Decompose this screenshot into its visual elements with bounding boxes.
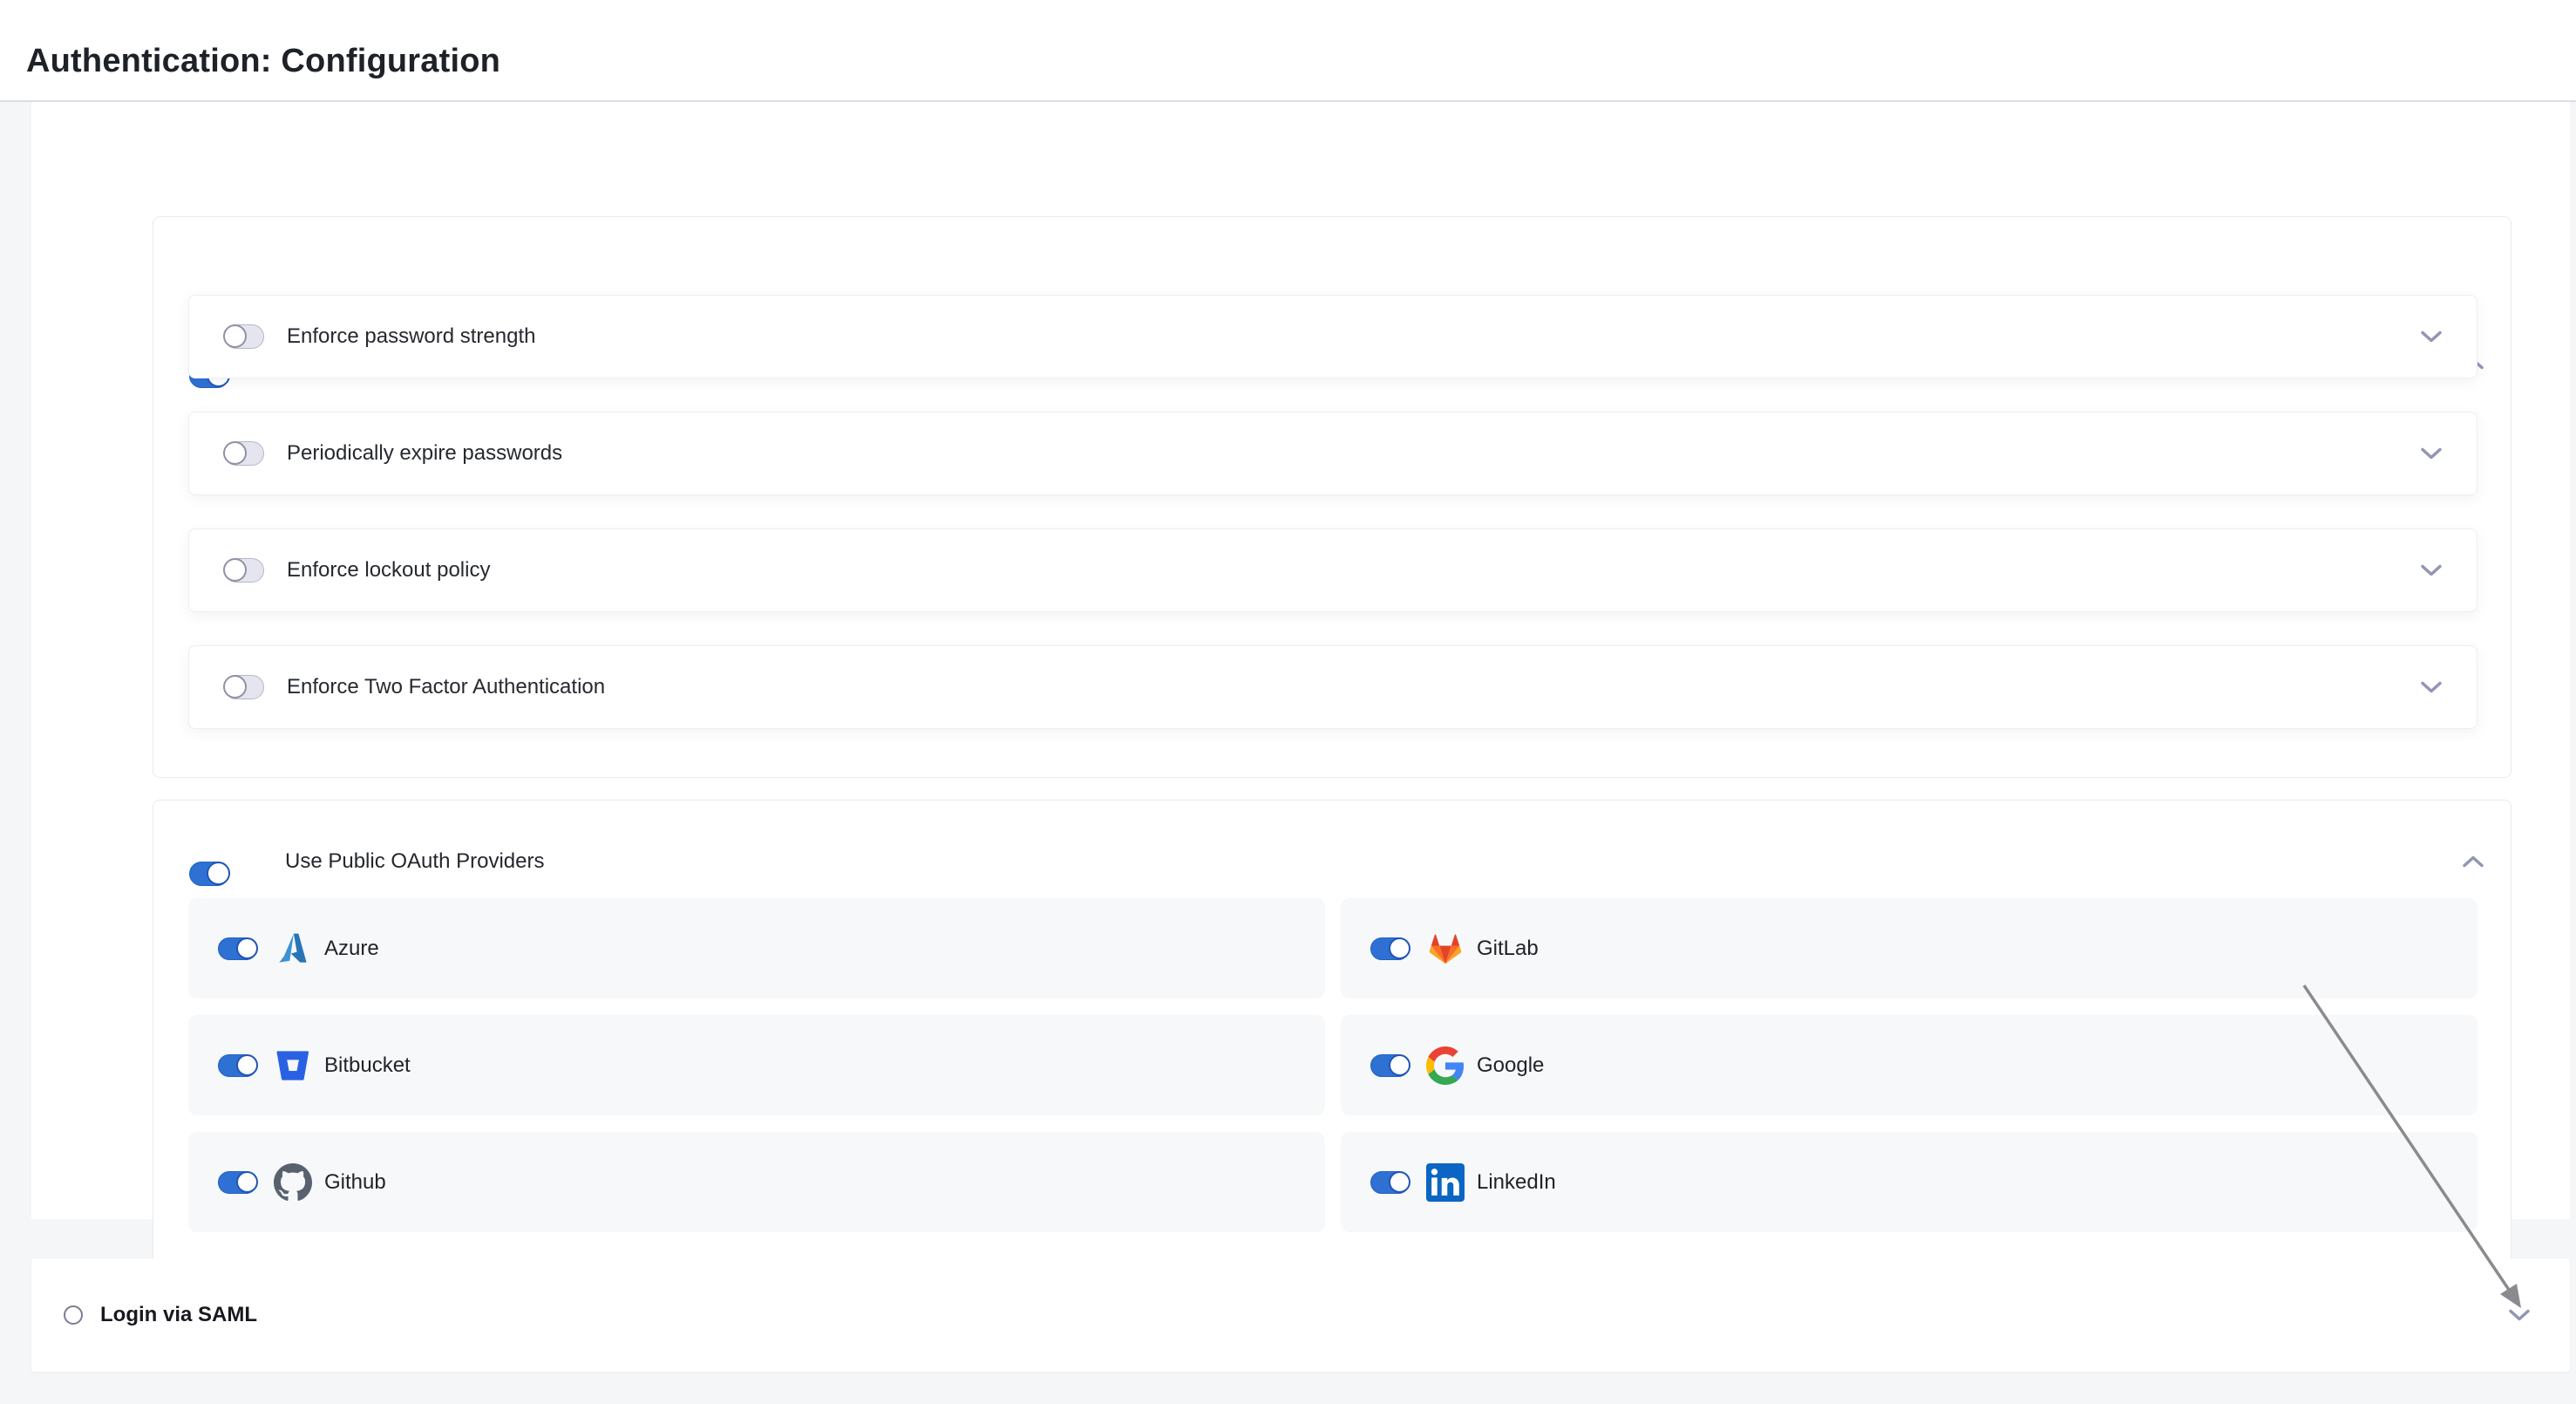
page-title: Authentication: Configuration: [26, 43, 500, 80]
gitlab-toggle[interactable]: [1370, 937, 1410, 960]
toggle-knob: [223, 675, 247, 699]
saml-section: Login via SAML: [31, 1258, 2570, 1372]
chevron-down-icon[interactable]: [2421, 447, 2442, 460]
provider-name: Azure: [324, 937, 379, 961]
chevron-up-icon[interactable]: [2463, 855, 2484, 869]
toggle-knob: [1389, 1054, 1410, 1076]
password-strength-toggle[interactable]: [224, 324, 264, 349]
google-icon: [1426, 1046, 1465, 1085]
toggle-knob: [223, 324, 247, 348]
setting-row-expire-passwords: Periodically expire passwords: [188, 412, 2477, 495]
azure-toggle[interactable]: [218, 937, 257, 960]
provider-row-bitbucket: Bitbucket: [188, 1015, 1325, 1115]
username-password-section: Use Harness username and password Enforc…: [153, 216, 2511, 778]
provider-name: Bitbucket: [324, 1053, 411, 1078]
toggle-knob: [1389, 937, 1410, 959]
chevron-down-icon[interactable]: [2421, 331, 2442, 344]
oauth-toggle[interactable]: [189, 862, 229, 886]
oauth-label: Use Public OAuth Providers: [285, 849, 544, 874]
toggle-knob: [207, 862, 230, 885]
provider-row-azure: Azure: [188, 898, 1325, 998]
two-factor-toggle[interactable]: [224, 675, 264, 699]
github-icon: [274, 1163, 312, 1202]
toggle-knob: [236, 1054, 258, 1076]
auth-settings-panel: Use Harness username and password Enforc…: [31, 102, 2570, 1219]
github-toggle[interactable]: [218, 1171, 257, 1194]
linkedin-toggle[interactable]: [1370, 1171, 1410, 1194]
toggle-knob: [223, 441, 247, 465]
setting-row-label: Enforce Two Factor Authentication: [287, 675, 605, 699]
bitbucket-toggle[interactable]: [218, 1054, 257, 1077]
gitlab-icon: [1426, 930, 1465, 968]
provider-row-gitlab: GitLab: [1341, 898, 2477, 998]
setting-row-label: Enforce password strength: [287, 324, 535, 349]
lockout-policy-toggle[interactable]: [224, 558, 264, 583]
toggle-knob: [236, 1171, 258, 1193]
toggle-knob: [236, 937, 258, 959]
oauth-header: Use Public OAuth Providers: [153, 837, 2511, 886]
provider-name: Github: [324, 1170, 386, 1195]
oauth-provider-grid: Azure Bitbucket Github: [188, 898, 2477, 1232]
page-header: Authentication: Configuration: [0, 0, 2576, 102]
chevron-down-icon[interactable]: [2421, 681, 2442, 694]
toggle-knob: [1389, 1171, 1410, 1193]
google-toggle[interactable]: [1370, 1054, 1410, 1077]
setting-row-label: Enforce lockout policy: [287, 558, 490, 583]
chevron-down-icon[interactable]: [2421, 564, 2442, 577]
toggle-knob: [223, 558, 247, 582]
password-settings-list: Enforce password strength Periodically e…: [188, 295, 2477, 729]
saml-label: Login via SAML: [100, 1303, 257, 1327]
setting-row-lockout-policy: Enforce lockout policy: [188, 528, 2477, 612]
provider-row-github: Github: [188, 1132, 1325, 1232]
azure-icon: [274, 930, 312, 968]
provider-name: LinkedIn: [1477, 1170, 1556, 1195]
chevron-down-icon[interactable]: [2509, 1309, 2530, 1322]
setting-row-label: Periodically expire passwords: [287, 441, 562, 466]
bitbucket-icon: [274, 1046, 312, 1085]
provider-name: Google: [1477, 1053, 1544, 1078]
linkedin-icon: [1426, 1163, 1465, 1202]
setting-row-password-strength: Enforce password strength: [188, 295, 2477, 378]
setting-row-two-factor: Enforce Two Factor Authentication: [188, 645, 2477, 729]
provider-name: GitLab: [1477, 937, 1539, 961]
oauth-section: Use Public OAuth Providers Azure: [153, 800, 2511, 1275]
saml-radio[interactable]: [64, 1305, 83, 1325]
provider-row-google: Google: [1341, 1015, 2477, 1115]
expire-passwords-toggle[interactable]: [224, 441, 264, 466]
provider-row-linkedin: LinkedIn: [1341, 1132, 2477, 1232]
